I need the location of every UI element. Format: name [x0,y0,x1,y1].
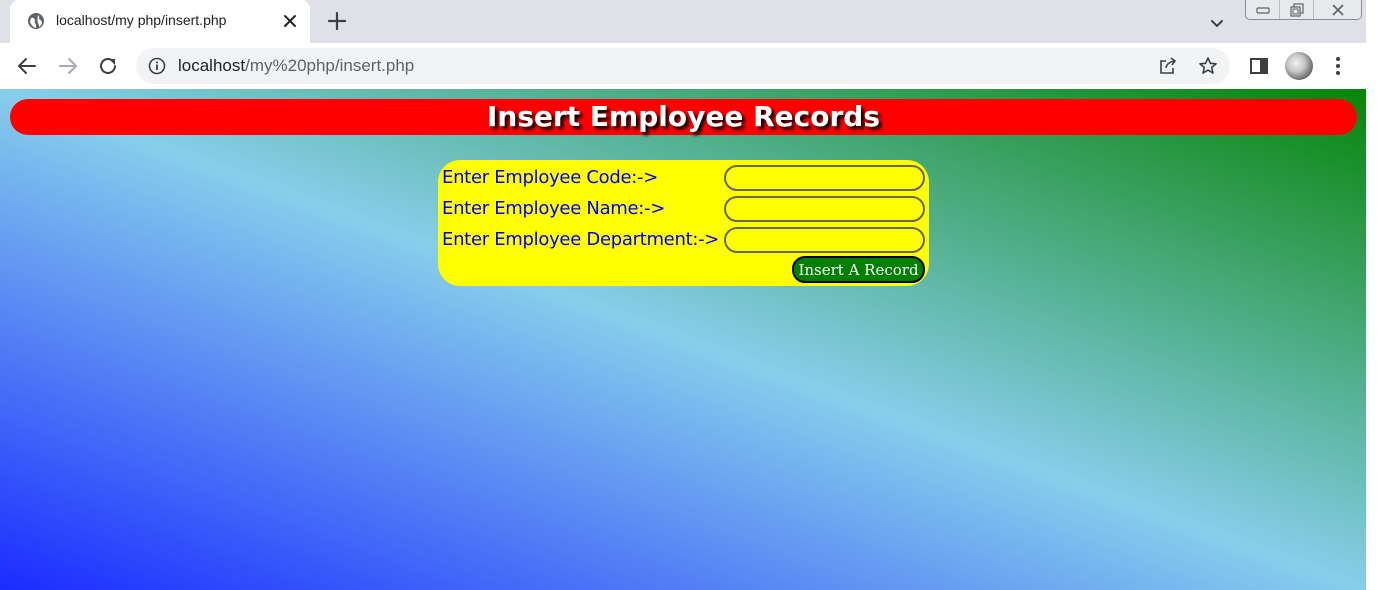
kebab-menu-icon[interactable] [1326,54,1350,78]
employee-name-row: Enter Employee Name:-> [442,194,929,222]
url-text[interactable]: localhost/my%20php/insert.php [178,56,414,76]
info-icon[interactable] [148,57,166,75]
reload-icon[interactable] [96,54,120,78]
tab-strip: localhost/my php/insert.php [0,0,1366,43]
avatar[interactable] [1285,52,1313,80]
window-close-button[interactable] [1314,0,1361,19]
star-icon[interactable] [1198,56,1218,76]
back-arrow-icon[interactable] [15,54,39,78]
window-controls [1245,0,1362,20]
employee-code-label: Enter Employee Code:-> [442,167,659,188]
url-host: localhost [178,56,246,75]
employee-code-input[interactable] [724,165,925,191]
employee-department-input[interactable] [724,227,925,253]
page-viewport: Insert Employee Records Enter Employee C… [0,89,1366,590]
close-icon[interactable] [280,11,300,31]
minimize-button[interactable] [1246,0,1281,19]
side-panel-icon[interactable] [1247,54,1271,78]
forward-arrow-icon[interactable] [56,54,80,78]
minimize-icon [1256,6,1270,14]
insert-record-button[interactable]: Insert A Record [792,256,925,283]
address-bar[interactable]: localhost/my%20php/insert.php [136,48,1230,84]
restore-icon [1290,2,1304,17]
browser-toolbar: localhost/my%20php/insert.php [0,43,1366,89]
employee-name-label: Enter Employee Name:-> [442,198,666,219]
page-title: Insert Employee Records [10,99,1357,135]
url-path: /my%20php/insert.php [245,56,415,75]
employee-name-input[interactable] [724,196,925,222]
tab-title: localhost/my php/insert.php [56,12,227,28]
employee-department-row: Enter Employee Department:-> [442,225,929,253]
window-edge [1366,0,1383,590]
insert-employee-form: Enter Employee Code:-> Enter Employee Na… [438,160,929,286]
globe-icon [28,13,44,29]
plus-icon[interactable] [326,10,348,32]
browser-tab[interactable]: localhost/my php/insert.php [10,0,310,43]
restore-button[interactable] [1280,0,1315,19]
share-icon[interactable] [1158,56,1178,76]
close-icon [1332,3,1344,16]
chevron-down-icon[interactable] [1208,14,1226,32]
employee-code-row: Enter Employee Code:-> [442,163,929,191]
employee-department-label: Enter Employee Department:-> [442,229,720,250]
